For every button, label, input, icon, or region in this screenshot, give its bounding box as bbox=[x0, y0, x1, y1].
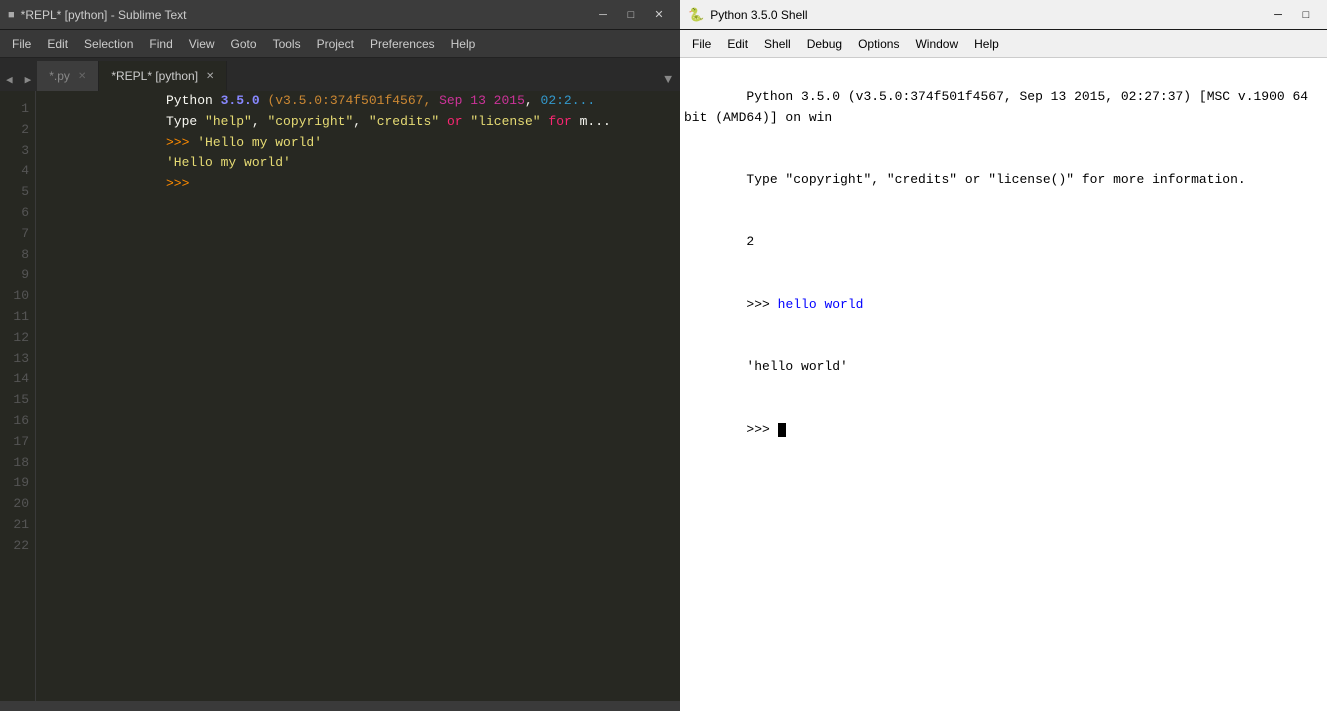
sublime-minimize-btn[interactable]: ─ bbox=[590, 5, 616, 25]
menu-edit[interactable]: Edit bbox=[39, 33, 76, 55]
tab-dropdown-btn[interactable]: ▼ bbox=[656, 68, 680, 91]
shell-menu-options[interactable]: Options bbox=[850, 33, 907, 55]
menu-tools[interactable]: Tools bbox=[265, 33, 309, 55]
tab-py-close[interactable]: ✕ bbox=[78, 71, 86, 82]
menu-help[interactable]: Help bbox=[443, 33, 484, 55]
menu-goto[interactable]: Goto bbox=[223, 33, 265, 55]
shell-menu-debug[interactable]: Debug bbox=[799, 33, 850, 55]
shell-num-line: 2 bbox=[746, 234, 754, 249]
repl-prompt-line-2: >>> bbox=[166, 174, 680, 195]
repl-header-line: Python 3.5.0 (v3.5.0:374f501f4567, Sep 1… bbox=[166, 91, 680, 112]
repl-hint-line: Type "help", "copyright", "credits" or "… bbox=[166, 112, 680, 133]
shell-type-hint: Type "copyright", "credits" or "license(… bbox=[746, 172, 1245, 187]
sublime-menu-bar: File Edit Selection Find View Goto Tools… bbox=[0, 30, 680, 58]
tab-py-label: *.py bbox=[49, 69, 70, 83]
shell-cursor bbox=[778, 423, 786, 437]
line-numbers: 12345 678910 1112131415 1617181920 2122 bbox=[0, 91, 36, 701]
shell-menu-file[interactable]: File bbox=[684, 33, 719, 55]
shell-maximize-btn[interactable]: □ bbox=[1293, 5, 1319, 25]
shell-title-bar: 🐍 Python 3.5.0 Shell ─ □ bbox=[680, 0, 1327, 30]
shell-prompt-1: >>> bbox=[746, 297, 777, 312]
sublime-title: *REPL* [python] - Sublime Text bbox=[21, 8, 590, 22]
menu-find[interactable]: Find bbox=[141, 33, 180, 55]
sublime-pane: ◀ ▶ *.py ✕ *REPL* [python] ✕ ▼ 12345 bbox=[0, 58, 680, 711]
sublime-app-icon: ■ bbox=[8, 9, 15, 21]
shell-prompt-2: >>> bbox=[746, 422, 777, 437]
shell-menu-shell[interactable]: Shell bbox=[756, 33, 799, 55]
sublime-tab-bar: ◀ ▶ *.py ✕ *REPL* [python] ✕ ▼ bbox=[0, 58, 680, 91]
tab-nav-left[interactable]: ◀ bbox=[0, 69, 19, 91]
shell-menu-window[interactable]: Window bbox=[907, 33, 966, 55]
menu-preferences[interactable]: Preferences bbox=[362, 33, 443, 55]
code-content[interactable]: # -*- c __auth impor impor impor impor i… bbox=[36, 91, 680, 701]
tab-py[interactable]: *.py ✕ bbox=[37, 61, 99, 91]
shell-menu-help[interactable]: Help bbox=[966, 33, 1007, 55]
repl-output-line-1: 'Hello my world' bbox=[166, 153, 680, 174]
menu-project[interactable]: Project bbox=[309, 33, 362, 55]
tab-repl-label: *REPL* [python] bbox=[111, 69, 198, 83]
shell-menu-bar: File Edit Shell Debug Options Window Hel… bbox=[680, 30, 1327, 58]
repl-prompt-line-1: >>> 'Hello my world' bbox=[166, 133, 680, 154]
shell-menu-edit[interactable]: Edit bbox=[719, 33, 756, 55]
shell-output-1: 'hello world' bbox=[746, 359, 847, 374]
shell-content[interactable]: Python 3.5.0 (v3.5.0:374f501f4567, Sep 1… bbox=[680, 58, 1327, 711]
shell-title: Python 3.5.0 Shell bbox=[710, 8, 1265, 22]
menu-selection[interactable]: Selection bbox=[76, 33, 141, 55]
shell-app-icon: 🐍 bbox=[688, 7, 704, 23]
sublime-code-area[interactable]: 12345 678910 1112131415 1617181920 2122 … bbox=[0, 91, 680, 701]
menu-view[interactable]: View bbox=[181, 33, 223, 55]
shell-input-1: hello world bbox=[778, 297, 864, 312]
sublime-close-btn[interactable]: ✕ bbox=[646, 5, 672, 25]
shell-minimize-btn[interactable]: ─ bbox=[1265, 5, 1291, 25]
menu-file[interactable]: File bbox=[4, 33, 39, 55]
sublime-scrollbar-horizontal[interactable] bbox=[0, 701, 680, 711]
shell-version-line: Python 3.5.0 (v3.5.0:374f501f4567, Sep 1… bbox=[684, 89, 1316, 125]
tab-nav-right[interactable]: ▶ bbox=[19, 69, 38, 91]
sublime-maximize-btn[interactable]: □ bbox=[618, 5, 644, 25]
tab-repl-close[interactable]: ✕ bbox=[206, 71, 214, 82]
shell-pane: Python 3.5.0 (v3.5.0:374f501f4567, Sep 1… bbox=[680, 58, 1327, 711]
tab-repl[interactable]: *REPL* [python] ✕ bbox=[99, 61, 227, 91]
sublime-title-bar: ■ *REPL* [python] - Sublime Text ─ □ ✕ bbox=[0, 0, 680, 30]
